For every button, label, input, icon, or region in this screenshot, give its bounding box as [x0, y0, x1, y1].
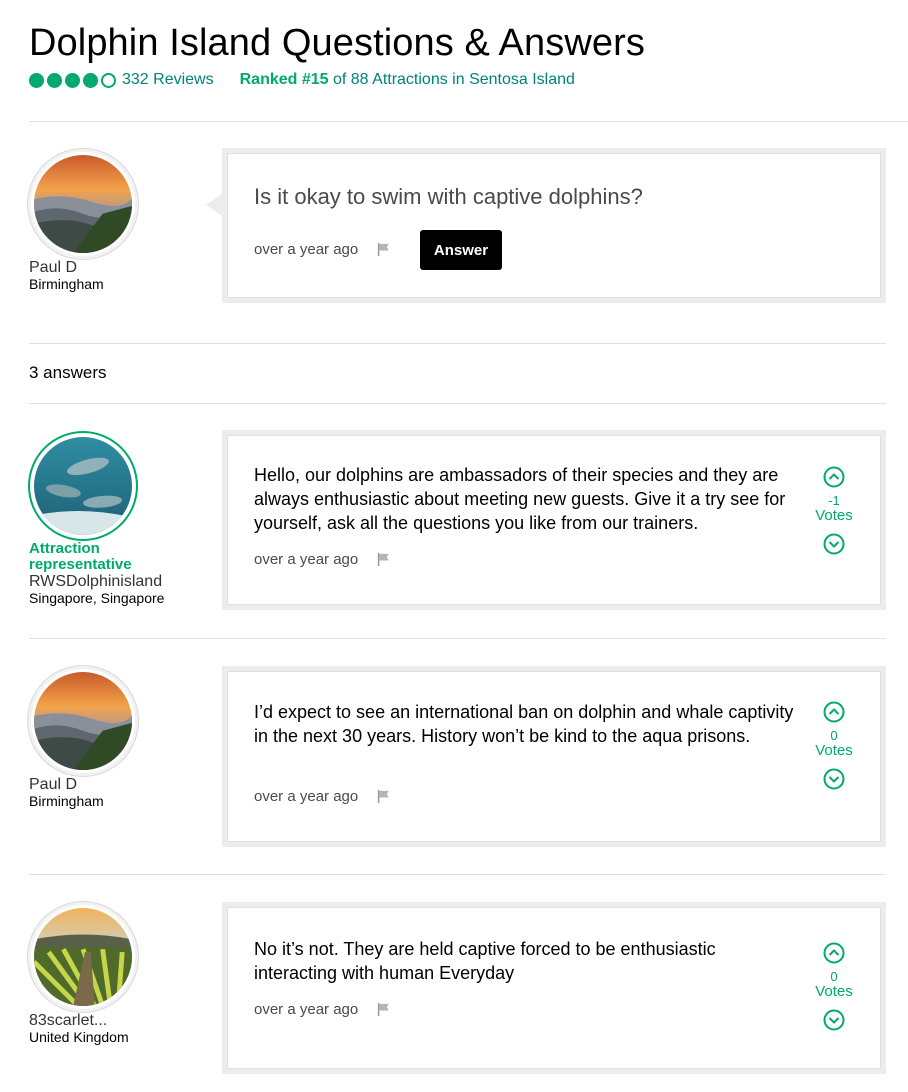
answer-meta: over a year ago	[254, 1001, 391, 1018]
answer-card: No it’s not. They are held captive force…	[222, 902, 886, 1074]
answer-text: Hello, our dolphins are ambassadors of t…	[254, 465, 786, 533]
dolphins-underwater-photo	[34, 437, 132, 535]
vote-widget: 0 Votes	[809, 942, 859, 1031]
answers-count: 3 answers	[29, 363, 107, 382]
avatar[interactable]	[28, 149, 138, 259]
divider	[29, 343, 886, 344]
answer-text: No it’s not. They are held captive force…	[254, 939, 716, 983]
timestamp: over a year ago	[254, 1001, 359, 1018]
page-title: Dolphin Island Questions & Answers	[29, 22, 645, 64]
divider	[29, 638, 886, 639]
flag-icon[interactable]	[376, 789, 391, 804]
rank-text: of 88 Attractions in Sentosa Island	[328, 71, 575, 88]
vote-count: -1	[828, 493, 840, 508]
flag-icon[interactable]	[376, 552, 391, 567]
vote-count: 0	[830, 728, 838, 743]
divider	[29, 121, 908, 122]
rating-bubble-icon	[65, 72, 80, 88]
answer-meta: over a year ago	[254, 551, 391, 568]
user-location: Birmingham	[29, 793, 104, 809]
rating-bubble-icon	[29, 72, 44, 88]
upvote-icon[interactable]	[823, 942, 845, 964]
avatar[interactable]	[28, 666, 138, 776]
bubble-rating	[29, 72, 116, 88]
answer-button[interactable]: Answer	[420, 230, 502, 270]
answer-text: I’d expect to see an international ban o…	[254, 702, 794, 746]
rating-row: 332 Reviews Ranked #15 of 88 Attractions…	[29, 70, 575, 90]
question-user: Paul D Birmingham	[29, 259, 204, 292]
answer-meta: over a year ago	[254, 788, 391, 805]
avatar[interactable]	[28, 431, 138, 541]
reviews-link[interactable]: 332 Reviews	[122, 71, 214, 89]
downvote-icon[interactable]	[823, 768, 845, 790]
question-meta: over a year ago	[254, 241, 391, 258]
vote-widget: 0 Votes	[809, 701, 859, 790]
vote-count: 0	[830, 969, 838, 984]
votes-label: Votes	[815, 742, 853, 759]
question-text: Is it okay to swim with captive dolphins…	[254, 184, 643, 209]
ranking-link[interactable]: Ranked #15 of 88 Attractions in Sentosa …	[240, 71, 575, 89]
votes-label: Votes	[815, 983, 853, 1000]
user-location: Birmingham	[29, 276, 104, 292]
rating-bubble-empty-icon	[101, 72, 116, 88]
answer-user: 83scarlet... United Kingdom	[29, 1012, 204, 1045]
question-card: Is it okay to swim with captive dolphins…	[222, 148, 886, 303]
representative-badge: Attraction representative	[29, 540, 132, 573]
vineyard-photo	[34, 908, 132, 1006]
username[interactable]: RWSDolphinisland	[29, 573, 204, 590]
mountain-sunset-photo	[34, 672, 132, 770]
mountain-sunset-photo	[34, 155, 132, 253]
flag-icon[interactable]	[376, 242, 391, 257]
upvote-icon[interactable]	[823, 466, 845, 488]
avatar[interactable]	[28, 902, 138, 1012]
rating-bubble-icon	[47, 72, 62, 88]
downvote-icon[interactable]	[823, 533, 845, 555]
downvote-icon[interactable]	[823, 1009, 845, 1031]
timestamp: over a year ago	[254, 241, 359, 258]
votes-label: Votes	[815, 507, 853, 524]
timestamp: over a year ago	[254, 788, 359, 805]
answer-card: I’d expect to see an international ban o…	[222, 666, 886, 847]
user-location: United Kingdom	[29, 1029, 129, 1045]
rating-bubble-icon	[83, 72, 98, 88]
answer-card: Hello, our dolphins are ambassadors of t…	[222, 430, 886, 610]
divider	[29, 874, 886, 875]
rank-number: Ranked #15	[239, 71, 329, 88]
divider	[29, 403, 886, 404]
upvote-icon[interactable]	[823, 701, 845, 723]
user-location: Singapore, Singapore	[29, 590, 165, 606]
answer-user: Attraction representative RWSDolphinisla…	[29, 540, 204, 607]
answer-user: Paul D Birmingham	[29, 776, 204, 809]
card-pointer	[206, 194, 222, 216]
username[interactable]: Paul D	[29, 259, 204, 276]
username[interactable]: 83scarlet...	[29, 1012, 204, 1029]
vote-widget: -1 Votes	[809, 466, 859, 555]
flag-icon[interactable]	[376, 1002, 391, 1017]
timestamp: over a year ago	[254, 551, 359, 568]
username[interactable]: Paul D	[29, 776, 204, 793]
